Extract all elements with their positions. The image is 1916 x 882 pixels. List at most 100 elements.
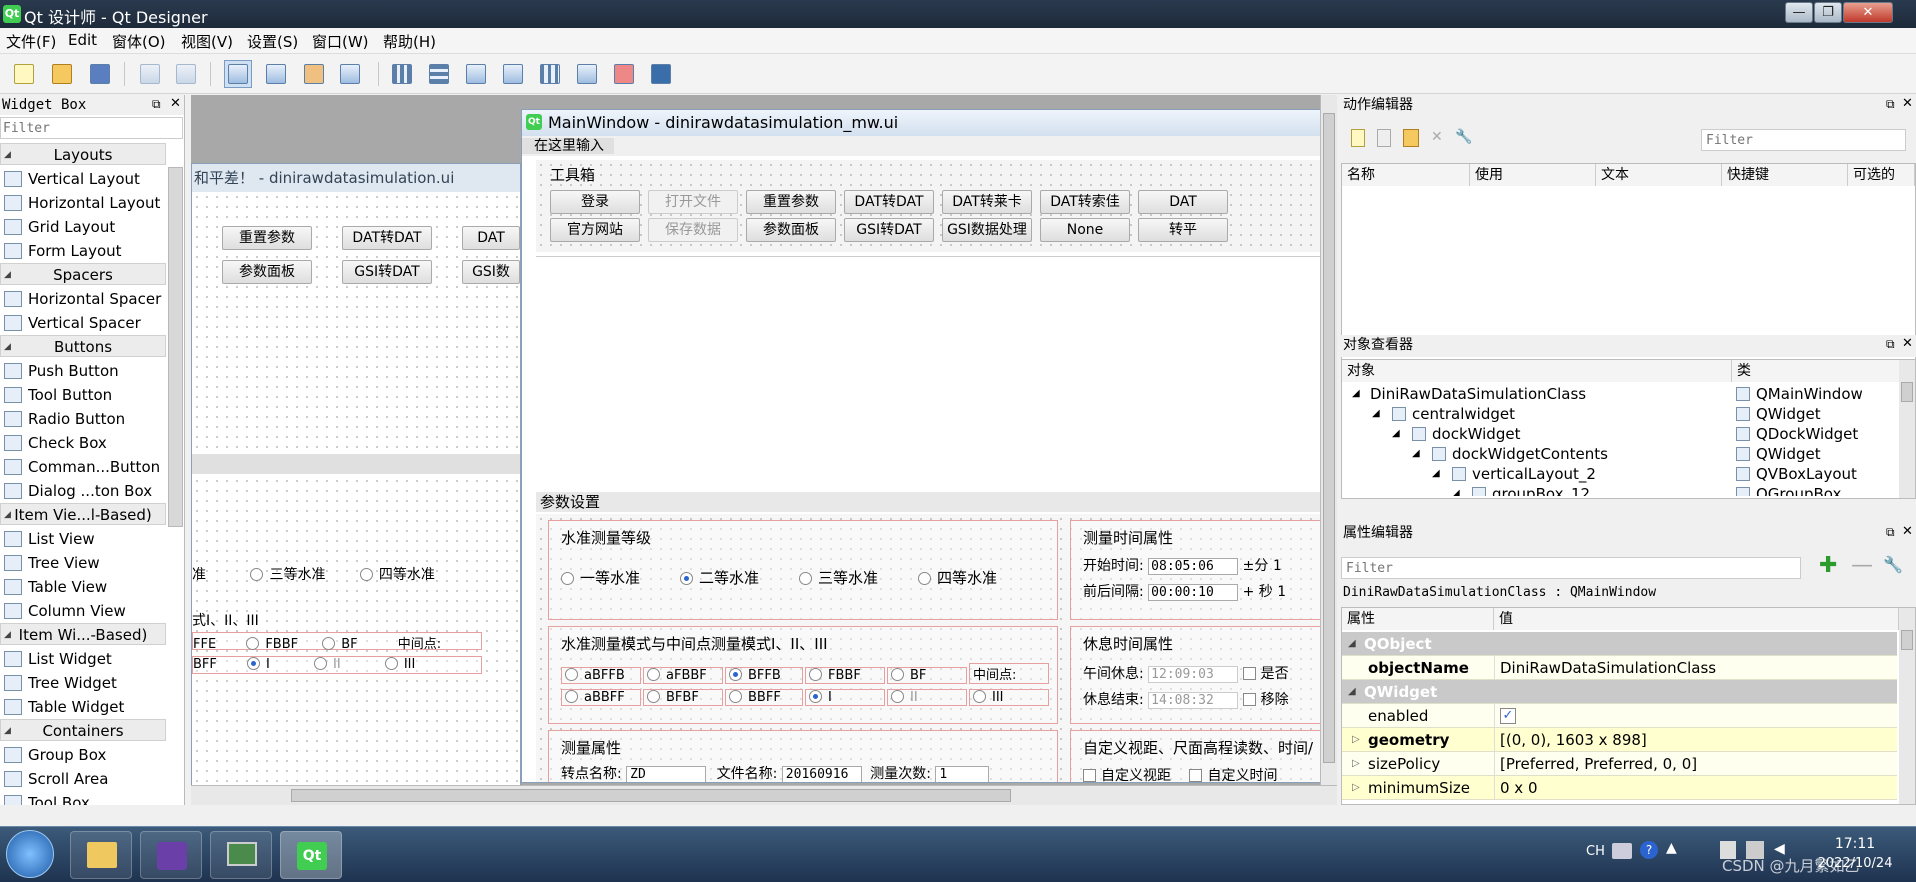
layout-vertical-icon[interactable] <box>425 60 453 88</box>
open-folder-icon[interactable] <box>48 60 76 88</box>
widget-item[interactable]: Table View <box>0 575 166 599</box>
custom-distance-checkbox[interactable]: 自定义视距 <box>1101 768 1171 782</box>
widget-item[interactable]: Horizontal Layout <box>0 191 166 215</box>
language-indicator[interactable]: CH <box>1586 844 1605 859</box>
toolbox-button[interactable]: 登录 <box>550 190 640 214</box>
mode-option[interactable]: I <box>805 689 885 706</box>
widget-item[interactable]: Tree View <box>0 551 166 575</box>
file-name-field[interactable]: 20160916 <box>781 766 862 782</box>
level-radio[interactable]: 四等水准 <box>918 569 997 587</box>
save-icon[interactable] <box>86 60 114 88</box>
explorer-taskbar-icon[interactable] <box>70 831 132 879</box>
property-value[interactable]: 0 x 0 <box>1500 776 1538 800</box>
computer-taskbar-icon[interactable] <box>210 831 272 879</box>
noon-checkbox[interactable]: 是否 <box>1261 666 1289 682</box>
expand-arrow-icon[interactable]: ▷ <box>1352 752 1360 776</box>
toolbox-button[interactable]: 打开文件 <box>648 190 738 214</box>
toolbox-button[interactable]: 参数面板 <box>746 218 836 242</box>
toolbox-button[interactable]: 转平 <box>1138 218 1228 242</box>
break-layout-icon[interactable] <box>610 60 638 88</box>
widget-box-scrollbar[interactable] <box>168 167 183 527</box>
copy-icon[interactable] <box>136 60 164 88</box>
widget-category[interactable]: Item Vie...l-Based) <box>0 503 166 526</box>
toolbox-button[interactable]: DAT转索佳 <box>1040 190 1130 214</box>
widget-item[interactable]: List View <box>0 527 166 551</box>
level-radio[interactable]: 三等水准 <box>799 569 878 587</box>
toolbox-button[interactable]: GSI数据处理 <box>942 218 1032 242</box>
property-section[interactable]: ◢ QObject <box>1342 632 1897 656</box>
menu-view[interactable]: 视图(V) <box>181 31 233 52</box>
menu-settings[interactable]: 设置(S) <box>247 31 298 52</box>
widget-item[interactable]: Check Box <box>0 431 166 455</box>
rest-end-edit[interactable]: 14:08:32 <box>1148 692 1239 709</box>
widget-item[interactable]: Push Button <box>0 359 166 383</box>
toolbox-button[interactable]: 重置参数 <box>746 190 836 214</box>
paste-action-icon[interactable] <box>1403 129 1419 147</box>
widget-category[interactable]: Spacers <box>0 263 166 286</box>
close-panel-icon[interactable]: ✕ <box>1902 336 1913 351</box>
toolbox-button[interactable]: None <box>1040 218 1130 242</box>
mode-option[interactable]: BF <box>887 667 967 684</box>
paste-icon[interactable] <box>172 60 200 88</box>
widget-item[interactable]: Group Box <box>0 743 166 767</box>
layout-grid-icon[interactable] <box>536 60 564 88</box>
toolbox-button[interactable]: DAT转DAT <box>844 190 934 214</box>
menu-help[interactable]: 帮助(H) <box>383 31 436 52</box>
property-value[interactable]: [(0, 0), 1603 x 898] <box>1500 728 1647 752</box>
widget-category[interactable]: Item Wi...-Based) <box>0 623 166 646</box>
new-file-icon[interactable] <box>10 60 38 88</box>
maximize-button[interactable]: ❐ <box>1814 2 1842 23</box>
widget-item[interactable]: Radio Button <box>0 407 166 431</box>
mode-option[interactable]: aFBBF <box>643 667 723 684</box>
property-value[interactable]: ✓ <box>1500 708 1516 724</box>
form-menu-placeholder[interactable]: 在这里输入 <box>522 138 614 154</box>
visual-studio-taskbar-icon[interactable] <box>140 831 202 879</box>
menu-edit[interactable]: Edit <box>68 31 97 49</box>
edit-widgets-icon[interactable] <box>224 60 252 88</box>
close-panel-icon[interactable]: ✕ <box>170 96 181 111</box>
remove-property-icon[interactable]: — <box>1851 555 1873 577</box>
mode-option[interactable]: BBFF <box>725 689 803 706</box>
toolbox-button[interactable]: DAT转莱卡 <box>942 190 1032 214</box>
widget-item[interactable]: Table Widget <box>0 695 166 719</box>
layout-h-splitter-icon[interactable] <box>462 60 490 88</box>
minimize-button[interactable]: — <box>1785 2 1813 23</box>
widget-item[interactable]: Tool Button <box>0 383 166 407</box>
keyboard-icon[interactable] <box>1612 843 1632 859</box>
bg-dat-button[interactable]: DAT转DAT <box>342 226 432 250</box>
toolbox-button[interactable]: GSI转DAT <box>844 218 934 242</box>
widget-item[interactable]: Vertical Layout <box>0 167 166 191</box>
float-icon[interactable]: ⧉ <box>1886 97 1895 112</box>
new-action-icon[interactable] <box>1351 129 1365 147</box>
property-filter-input[interactable] <box>1341 557 1801 579</box>
close-panel-icon[interactable]: ✕ <box>1902 524 1913 539</box>
widget-item[interactable]: Dialog ...ton Box <box>0 479 166 503</box>
adjust-size-icon[interactable] <box>647 60 675 88</box>
edit-buddies-icon[interactable] <box>300 60 328 88</box>
level-radio[interactable]: 二等水准 <box>680 569 759 587</box>
expand-arrow-icon[interactable]: ◢ <box>1352 384 1360 404</box>
close-button[interactable]: ✕ <box>1843 2 1893 23</box>
widget-item[interactable]: Vertical Spacer <box>0 311 166 335</box>
toolbox-button[interactable]: DAT <box>1138 190 1228 214</box>
bg-gsi2-button[interactable]: GSI数 <box>462 260 520 284</box>
mode-option[interactable]: aBFFB <box>561 667 641 684</box>
property-row[interactable]: objectName DiniRawDataSimulationClass <box>1342 656 1897 680</box>
property-section[interactable]: ◢ QWidget <box>1342 680 1897 704</box>
layout-form-icon[interactable] <box>573 60 601 88</box>
widget-item[interactable]: Scroll Area <box>0 767 166 791</box>
bg-radio-fourth[interactable]: 四等水准 <box>379 567 435 583</box>
expand-arrow-icon[interactable]: ◢ <box>1392 424 1400 444</box>
widget-category[interactable]: Buttons <box>0 335 166 358</box>
object-tree-scrollbar[interactable] <box>1899 360 1915 498</box>
mode-option[interactable]: BFBF <box>643 689 723 706</box>
background-form-window[interactable]: 和平差！ - dinirawdatasimulation.ui 重置参数 DAT… <box>191 163 521 803</box>
object-tree-row[interactable]: ◢ dockWidgetContents QWidget <box>1342 444 1902 464</box>
clock-time[interactable]: 17:11 <box>1820 836 1890 852</box>
action-filter-input[interactable] <box>1701 129 1906 151</box>
widget-item[interactable]: Form Layout <box>0 239 166 263</box>
property-row[interactable]: ▷ sizePolicy [Preferred, Preferred, 0, 0] <box>1342 752 1897 776</box>
mode-option[interactable]: aBBFF <box>561 689 641 706</box>
menu-form[interactable]: 窗体(O) <box>112 31 166 52</box>
configure-action-icon[interactable]: 🔧 <box>1455 129 1473 147</box>
